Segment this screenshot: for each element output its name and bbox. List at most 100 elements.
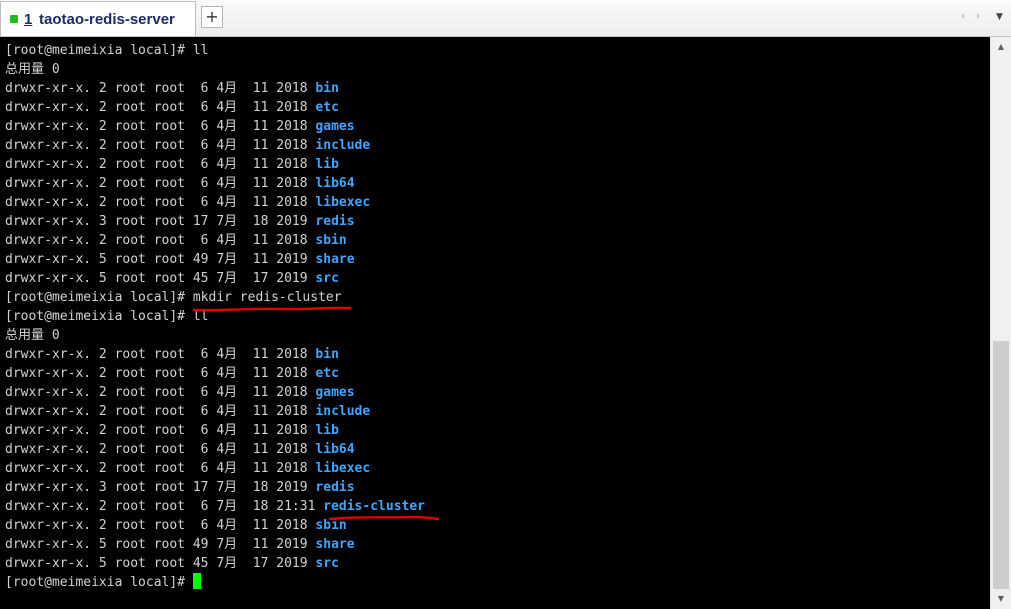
tab-title: taotao-redis-server	[39, 11, 175, 28]
file-meta: 2 root root 6 4月 11 2018	[91, 195, 316, 210]
listing-total: 总用量 0	[5, 62, 60, 77]
shell-prompt: [root@meimeixia local]#	[5, 43, 186, 58]
tab-number: 1	[24, 11, 33, 28]
file-permissions: drwxr-xr-x.	[5, 119, 92, 134]
terminal-line: drwxr-xr-x. 2 root root 6 4月 11 2018 lib…	[5, 193, 425, 212]
directory-name: share	[315, 252, 355, 267]
shell-command: mkdir redis-cluster	[185, 290, 342, 305]
directory-name: games	[315, 385, 355, 400]
terminal-line: drwxr-xr-x. 2 root root 6 4月 11 2018 bin	[5, 79, 425, 98]
directory-name: sbin	[315, 233, 347, 248]
scrollbar-thumb[interactable]	[993, 341, 1009, 589]
tab-session[interactable]: 1 taotao-redis-server	[0, 1, 196, 36]
scroll-up-arrow-icon[interactable]: ▲	[991, 39, 1011, 55]
directory-name: src	[315, 556, 339, 571]
file-meta: 2 root root 6 4月 11 2018	[91, 157, 316, 172]
directory-name: include	[315, 138, 371, 153]
file-meta: 5 root root 45 7月 17 2019	[91, 271, 316, 286]
file-meta: 2 root root 6 4月 11 2018	[91, 138, 316, 153]
terminal-line: drwxr-xr-x. 3 root root 17 7月 18 2019 re…	[5, 212, 425, 231]
directory-name: src	[315, 271, 339, 286]
file-meta: 2 root root 6 4月 11 2018	[91, 81, 316, 96]
file-permissions: drwxr-xr-x.	[5, 366, 92, 381]
terminal-line: 总用量 0	[5, 326, 425, 345]
vertical-scrollbar[interactable]: ▲ ▼	[990, 37, 1011, 609]
tab-scroll-right-icon[interactable]: ›	[976, 10, 980, 24]
file-permissions: drwxr-xr-x.	[5, 233, 92, 248]
terminal-line: drwxr-xr-x. 2 root root 6 4月 11 2018 inc…	[5, 136, 425, 155]
file-meta: 5 root root 49 7月 11 2019	[91, 252, 316, 267]
file-meta: 2 root root 6 4月 11 2018	[91, 366, 316, 381]
directory-name: etc	[315, 366, 339, 381]
shell-command	[185, 575, 193, 590]
terminal-line: drwxr-xr-x. 5 root root 45 7月 17 2019 sr…	[5, 554, 425, 573]
directory-name: lib64	[315, 442, 355, 457]
directory-name: share	[315, 537, 355, 552]
file-meta: 2 root root 6 4月 11 2018	[91, 404, 316, 419]
file-permissions: drwxr-xr-x.	[5, 138, 92, 153]
shell-prompt: [root@meimeixia local]#	[5, 309, 186, 324]
directory-name: redis	[315, 480, 355, 495]
terminal-line: drwxr-xr-x. 2 root root 6 4月 11 2018 lib…	[5, 459, 425, 478]
terminal-line: [root@meimeixia local]# ll	[5, 307, 425, 326]
terminal-line: drwxr-xr-x. 2 root root 6 4月 11 2018 gam…	[5, 117, 425, 136]
terminal-line: drwxr-xr-x. 2 root root 6 4月 11 2018 bin	[5, 345, 425, 364]
tab-list-dropdown-icon[interactable]: ▼	[996, 10, 1003, 24]
file-permissions: drwxr-xr-x.	[5, 556, 92, 571]
file-meta: 2 root root 6 4月 11 2018	[91, 347, 316, 362]
terminal-line: [root@meimeixia local]# ll	[5, 41, 425, 60]
terminal-line: drwxr-xr-x. 2 root root 6 4月 11 2018 sbi…	[5, 231, 425, 250]
directory-name: include	[315, 404, 371, 419]
shell-prompt: [root@meimeixia local]#	[5, 575, 186, 590]
file-meta: 2 root root 6 4月 11 2018	[91, 100, 316, 115]
terminal-line: drwxr-xr-x. 2 root root 6 4月 11 2018 gam…	[5, 383, 425, 402]
terminal-line: drwxr-xr-x. 2 root root 6 7月 18 21:31 re…	[5, 497, 425, 516]
terminal-line: drwxr-xr-x. 2 root root 6 4月 11 2018 lib…	[5, 440, 425, 459]
new-tab-button[interactable]: +	[201, 6, 223, 28]
file-meta: 2 root root 6 4月 11 2018	[91, 518, 316, 533]
file-meta: 3 root root 17 7月 18 2019	[91, 214, 316, 229]
file-permissions: drwxr-xr-x.	[5, 195, 92, 210]
directory-name: lib64	[315, 176, 355, 191]
tab-scroll-left-icon[interactable]: ‹	[961, 10, 965, 24]
file-permissions: drwxr-xr-x.	[5, 385, 92, 400]
file-meta: 2 root root 6 4月 11 2018	[91, 385, 316, 400]
terminal-line: drwxr-xr-x. 3 root root 17 7月 18 2019 re…	[5, 478, 425, 497]
terminal-line: drwxr-xr-x. 2 root root 6 4月 11 2018 lib…	[5, 174, 425, 193]
text-cursor	[192, 573, 201, 589]
file-meta: 2 root root 6 4月 11 2018	[91, 176, 316, 191]
file-meta: 2 root root 6 4月 11 2018	[91, 423, 316, 438]
listing-total: 总用量 0	[5, 328, 60, 343]
directory-name: redis-cluster	[323, 499, 425, 514]
directory-name: games	[315, 119, 355, 134]
directory-name: libexec	[315, 461, 371, 476]
terminal-line: [root@meimeixia local]# mkdir redis-clus…	[5, 288, 425, 307]
connection-status-icon	[10, 15, 18, 23]
scroll-down-arrow-icon[interactable]: ▼	[991, 591, 1011, 607]
file-permissions: drwxr-xr-x.	[5, 518, 92, 533]
file-meta: 5 root root 45 7月 17 2019	[91, 556, 316, 571]
terminal-line: drwxr-xr-x. 2 root root 6 4月 11 2018 etc	[5, 364, 425, 383]
file-permissions: drwxr-xr-x.	[5, 404, 92, 419]
terminal-line: drwxr-xr-x. 2 root root 6 4月 11 2018 inc…	[5, 402, 425, 421]
file-permissions: drwxr-xr-x.	[5, 461, 92, 476]
terminal-line: drwxr-xr-x. 2 root root 6 4月 11 2018 lib	[5, 421, 425, 440]
directory-name: libexec	[315, 195, 371, 210]
file-meta: 2 root root 6 4月 11 2018	[91, 461, 316, 476]
terminal-output[interactable]: [root@meimeixia local]# ll 总用量 0 drwxr-xr-…	[0, 37, 990, 609]
directory-name: bin	[315, 81, 339, 96]
file-meta: 2 root root 6 4月 11 2018	[91, 233, 316, 248]
file-permissions: drwxr-xr-x.	[5, 176, 92, 191]
file-permissions: drwxr-xr-x.	[5, 347, 92, 362]
file-permissions: drwxr-xr-x.	[5, 537, 92, 552]
shell-command: ll	[185, 43, 209, 58]
file-meta: 5 root root 49 7月 11 2019	[91, 537, 316, 552]
shell-command: ll	[185, 309, 209, 324]
terminal-window: 1 taotao-redis-server + ‹ › ▼ [root@meim…	[0, 0, 1011, 609]
directory-name: etc	[315, 100, 339, 115]
directory-name: lib	[315, 157, 339, 172]
file-permissions: drwxr-xr-x.	[5, 100, 92, 115]
file-permissions: drwxr-xr-x.	[5, 271, 92, 286]
file-meta: 2 root root 6 7月 18 21:31	[91, 499, 324, 514]
file-permissions: drwxr-xr-x.	[5, 81, 92, 96]
